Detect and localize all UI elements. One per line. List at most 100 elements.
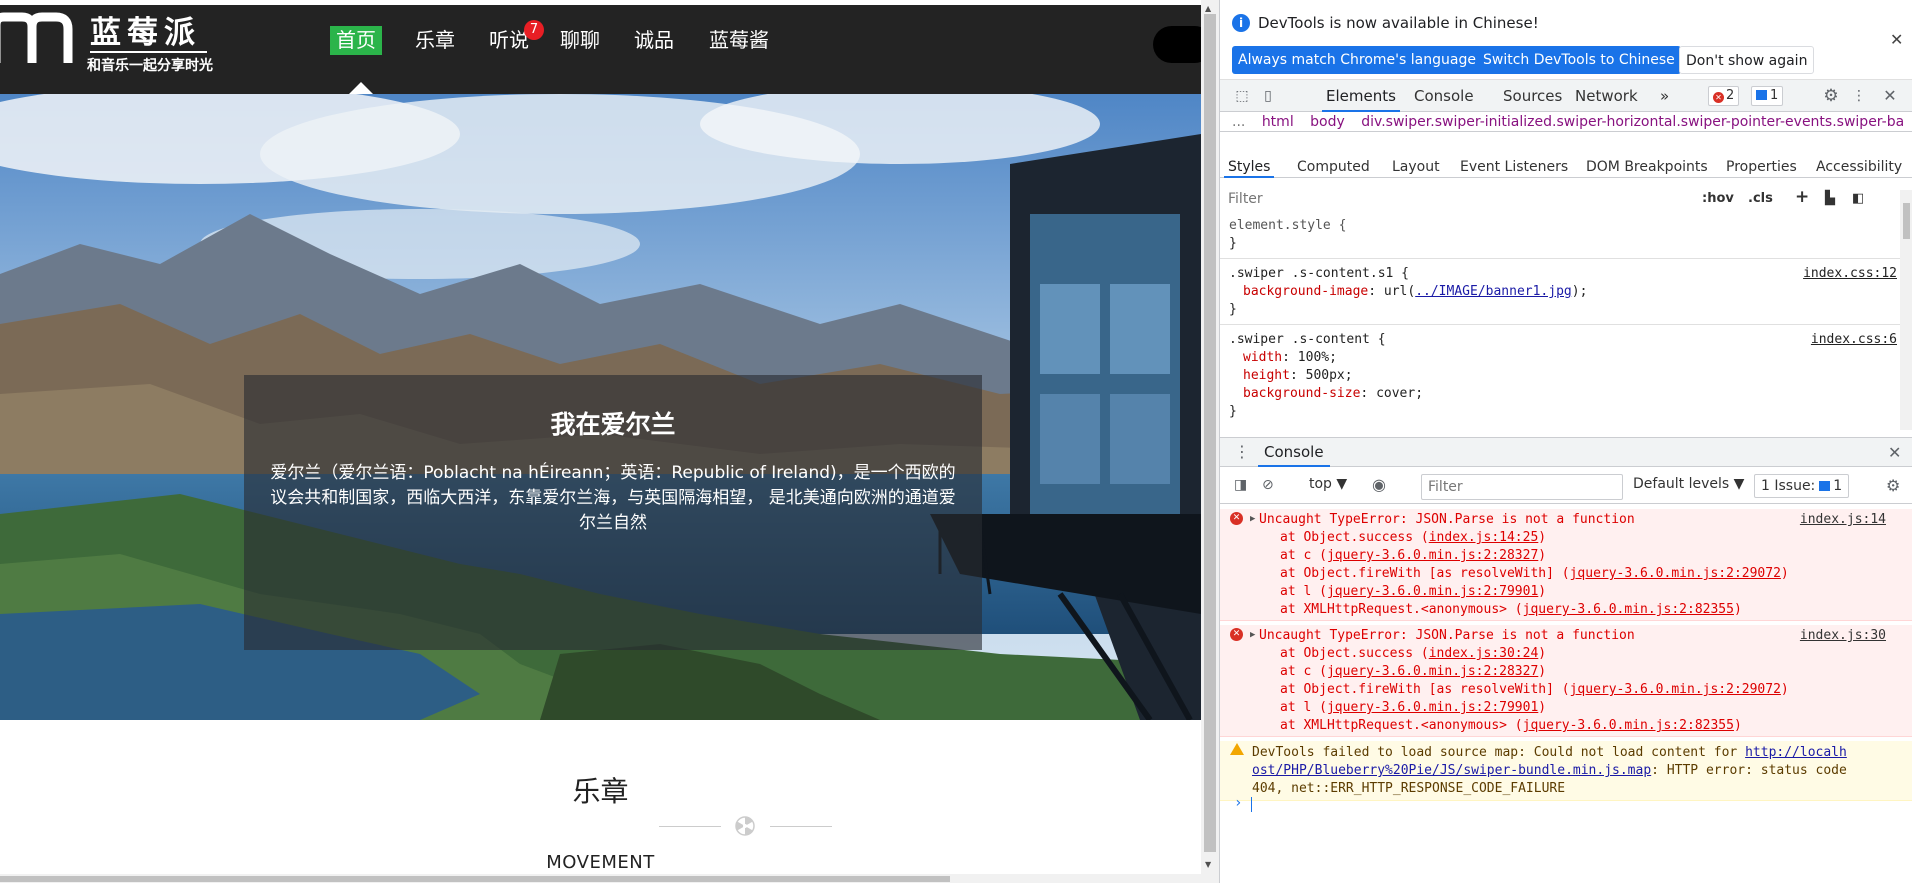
tab-elements[interactable]: Elements	[1322, 80, 1400, 112]
more-tabs-icon[interactable]: »	[1660, 80, 1669, 112]
breadcrumb-swiper-div[interactable]: div.swiper.swiper-initialized.swiper-hor…	[1361, 114, 1904, 130]
new-style-rule-button[interactable]: +	[1795, 187, 1809, 207]
clear-console-icon[interactable]: ⊘	[1262, 477, 1274, 493]
logo-m-icon[interactable]	[0, 11, 74, 67]
frame-link[interactable]: index.js:30:24	[1429, 646, 1539, 661]
css-declaration[interactable]: background-image: url(../IMAGE/banner1.j…	[1229, 283, 1900, 301]
subtab-event-listeners[interactable]: Event Listeners	[1460, 156, 1568, 178]
scroll-down-arrow-icon[interactable]: ▼	[1205, 860, 1211, 869]
styles-scrollbar[interactable]	[1900, 190, 1912, 430]
tab-sources[interactable]: Sources	[1503, 80, 1562, 112]
settings-gear-icon[interactable]: ⚙	[1821, 86, 1841, 106]
styles-scrollbar-thumb[interactable]	[1903, 203, 1910, 239]
message-count-badge[interactable]: 1	[1751, 86, 1784, 106]
nav-item-home[interactable]: 首页	[330, 26, 382, 55]
logo-title[interactable]: 蓝莓派	[90, 15, 207, 53]
console-input-cursor[interactable]	[1251, 797, 1252, 812]
hover-state-toggle[interactable]: :hov	[1702, 191, 1734, 206]
nav-item-shop[interactable]: 诚品	[631, 26, 677, 55]
breadcrumb-ellipsis[interactable]: ...	[1232, 114, 1245, 130]
page-vertical-scrollbar[interactable]: ▲ ▼	[1201, 0, 1219, 883]
sourcemap-link[interactable]: ost/PHP/Blueberry%20Pie/JS/swiper-bundle…	[1252, 763, 1651, 778]
expand-triangle-icon[interactable]: ▶	[1250, 510, 1255, 528]
nav-item-movement[interactable]: 乐章	[412, 26, 458, 55]
tab-network[interactable]: Network	[1575, 80, 1638, 112]
horizontal-scrollbar[interactable]	[0, 874, 1201, 883]
breadcrumb-body[interactable]: body	[1310, 114, 1345, 130]
scroll-up-arrow-icon[interactable]: ▲	[1205, 4, 1211, 13]
frame-link[interactable]: jquery-3.6.0.min.js:2:82355	[1523, 602, 1734, 617]
class-toggle[interactable]: .cls	[1748, 191, 1773, 206]
drawer-tab-console[interactable]: Console	[1258, 438, 1330, 467]
frame-link[interactable]: index.js:14:25	[1429, 530, 1539, 545]
banner-carousel[interactable]: 我在爱尔兰 爱尔兰（爱尔兰语：Poblacht na hÉireann；英语：R…	[0, 94, 1201, 720]
console-toolbar: ◨ ⊘ top ▼ ◉ Filter Default levels ▼ 1 Is…	[1220, 468, 1912, 504]
sidebar-toggle-icon[interactable]: ◨	[1234, 477, 1247, 493]
switch-to-chinese-button[interactable]: Switch DevTools to Chinese	[1477, 46, 1681, 74]
infobar-message: DevTools is now available in Chinese!	[1258, 14, 1539, 32]
search-box[interactable]	[1153, 26, 1201, 63]
drawer-menu-icon[interactable]: ⋮	[1234, 442, 1250, 461]
subtab-properties[interactable]: Properties	[1726, 156, 1797, 178]
close-drawer-icon[interactable]: ✕	[1888, 443, 1901, 462]
console-error-message[interactable]: ✕ ▶ Uncaught TypeError: JSON.Parse is no…	[1220, 625, 1912, 737]
rule-source-link[interactable]: index.css:6	[1811, 331, 1897, 349]
expand-triangle-icon[interactable]: ▶	[1250, 626, 1255, 644]
console-prompt-chevron[interactable]: ›	[1234, 795, 1242, 811]
rule-source-link[interactable]: index.css:12	[1803, 265, 1897, 283]
frame-link[interactable]: jquery-3.6.0.min.js:2:29072	[1570, 566, 1781, 581]
frame-link[interactable]: jquery-3.6.0.min.js:2:79901	[1327, 584, 1538, 599]
frame-link[interactable]: jquery-3.6.0.min.js:2:82355	[1523, 718, 1734, 733]
css-declaration[interactable]: height: 500px;	[1229, 367, 1900, 385]
frame-link[interactable]: jquery-3.6.0.min.js:2:28327	[1327, 664, 1538, 679]
console-error-message[interactable]: ✕ ▶ Uncaught TypeError: JSON.Parse is no…	[1220, 509, 1912, 621]
nav-item-chat[interactable]: 聊聊	[557, 26, 603, 55]
breadcrumb-html[interactable]: html	[1262, 114, 1294, 130]
subtab-computed[interactable]: Computed	[1297, 156, 1370, 178]
console-warning-message[interactable]: DevTools failed to load source map: Coul…	[1220, 741, 1912, 801]
close-icon[interactable]: ✕	[1890, 30, 1903, 49]
frame-link[interactable]: jquery-3.6.0.min.js:2:28327	[1327, 548, 1538, 563]
frame-link[interactable]: jquery-3.6.0.min.js:2:79901	[1327, 700, 1538, 715]
paint-brush-icon[interactable]: ▙	[1825, 191, 1835, 206]
error-source-link[interactable]: index.js:30	[1800, 627, 1886, 645]
inspect-element-icon[interactable]: ⬚	[1232, 86, 1252, 106]
frame-link[interactable]: jquery-3.6.0.min.js:2:29072	[1570, 682, 1781, 697]
subtab-styles[interactable]: Styles	[1224, 156, 1275, 178]
message-icon	[1756, 90, 1767, 100]
error-source-link[interactable]: index.js:14	[1800, 511, 1886, 529]
css-declaration[interactable]: width: 100%;	[1229, 349, 1900, 367]
context-selector[interactable]: top ▼	[1309, 476, 1347, 492]
horizontal-scrollbar-thumb[interactable]	[0, 876, 950, 882]
section-divider-right	[770, 826, 832, 827]
close-devtools-icon[interactable]: ✕	[1880, 86, 1900, 106]
image-url-link[interactable]: ../IMAGE/banner1.jpg	[1415, 284, 1572, 299]
subtab-dom-breakpoints[interactable]: DOM Breakpoints	[1586, 156, 1708, 178]
device-toolbar-icon[interactable]: ▯	[1258, 86, 1278, 106]
console-settings-gear-icon[interactable]: ⚙	[1886, 476, 1900, 495]
subtab-layout[interactable]: Layout	[1392, 156, 1440, 178]
kebab-menu-icon[interactable]: ⋮	[1849, 86, 1869, 106]
error-count-badge[interactable]: ✕ 2	[1708, 86, 1740, 106]
page-scrollbar-thumb[interactable]	[1204, 14, 1216, 852]
log-levels-dropdown[interactable]: Default levels ▼	[1633, 476, 1744, 492]
subtab-accessibility[interactable]: Accessibility	[1816, 156, 1902, 178]
tab-console[interactable]: Console	[1414, 80, 1474, 112]
logo-subtitle: 和音乐一起分享时光	[87, 58, 213, 74]
frame-text: )	[1780, 682, 1789, 697]
match-language-button[interactable]: Always match Chrome's language	[1232, 46, 1482, 74]
dont-show-again-button[interactable]: Don't show again	[1679, 46, 1815, 74]
console-filter-input[interactable]: Filter	[1421, 474, 1623, 500]
styles-filter-input[interactable]	[1225, 187, 1695, 211]
eye-icon[interactable]: ◉	[1372, 475, 1386, 494]
css-rule-s1[interactable]: .swiper .s-content.s1 { index.css:12 bac…	[1220, 265, 1900, 325]
element-style-selector: element.style {	[1229, 218, 1347, 233]
sourcemap-link[interactable]: http://localh	[1745, 745, 1847, 760]
css-declaration[interactable]: background-size: cover;	[1229, 385, 1900, 403]
stack-frame: at c (jquery-3.6.0.min.js:2:28327)	[1280, 663, 1546, 681]
css-rule-s-content[interactable]: .swiper .s-content { index.css:6 width: …	[1220, 331, 1900, 427]
nav-item-blueberry-jam[interactable]: 蓝莓酱	[705, 26, 773, 55]
element-style-rule[interactable]: element.style { }	[1220, 217, 1900, 259]
issues-button[interactable]: 1 Issue: 1	[1754, 474, 1850, 498]
toggle-sidebar-icon[interactable]: ◧	[1852, 191, 1864, 206]
